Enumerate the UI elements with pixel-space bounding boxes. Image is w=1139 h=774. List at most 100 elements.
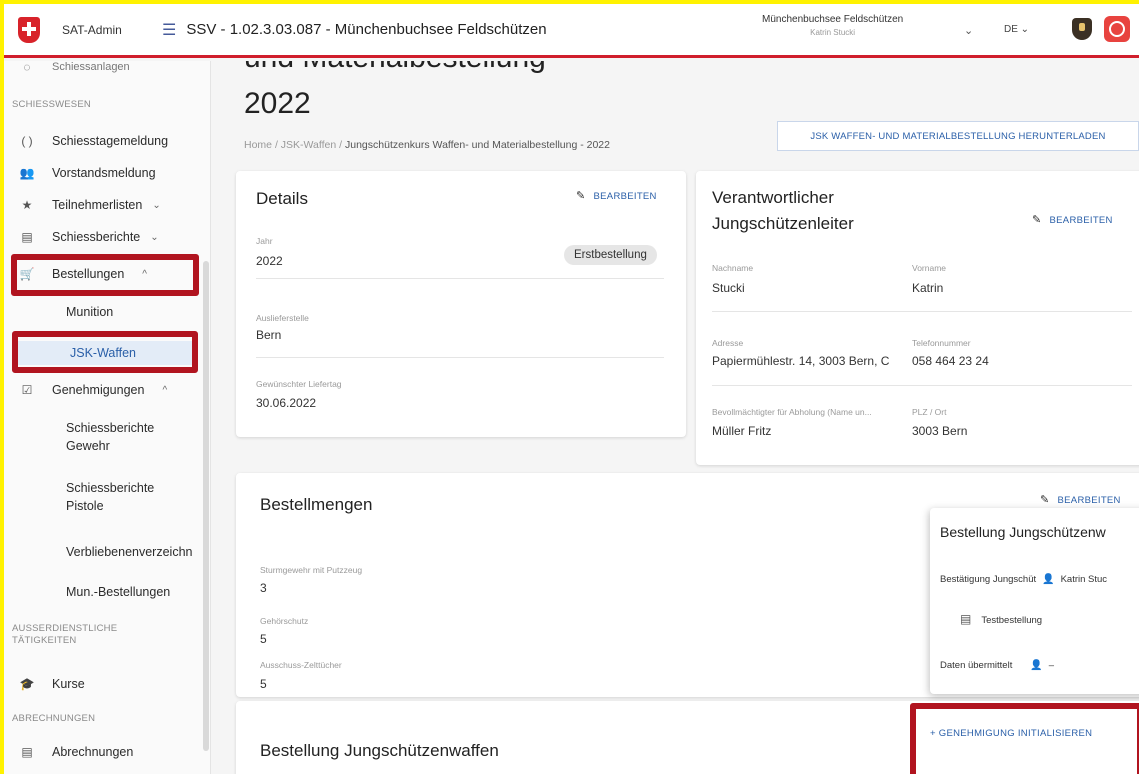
page-title: 2022 <box>244 87 311 120</box>
plz-label: PLZ / Ort <box>912 407 947 417</box>
jahr-label: Jahr <box>256 236 273 246</box>
sidebar-item-munition[interactable]: Munition <box>66 303 113 321</box>
status-badge: Erstbestellung <box>564 245 657 265</box>
sidebar-item-abrechnungen[interactable]: ▤ Abrechnungen <box>4 742 202 762</box>
leiter-card: Verantwortlicher Jungschützenleiter ✎ BEAR… <box>696 171 1139 465</box>
telefon-label: Telefonnummer <box>912 338 971 348</box>
list-icon: ▤ <box>21 745 33 759</box>
sidebar-item-kurse[interactable]: 🎓 Kurse <box>4 674 202 694</box>
sidebar: ◌ Schiessanlagen SCHIESSWESEN ( ) Schiesst… <box>4 61 211 774</box>
comment-icon: ▤ <box>960 612 972 626</box>
highlight-jsk-waffen <box>12 331 198 373</box>
details-card: Details ✎ BEARBEITEN Jahr 2022 Erstbestel… <box>236 171 686 437</box>
sidebar-scrollbar[interactable] <box>203 261 209 751</box>
adresse-label: Adresse <box>712 338 744 348</box>
person-icon: 👤 <box>1042 574 1055 585</box>
divider <box>712 311 1132 312</box>
section-ausserdienstliche: AUSSERDIENSTLICHE TÄTIGKEITEN <box>12 623 118 646</box>
language-label: DE <box>1004 24 1018 35</box>
popup-sent-row: Daten übermittelt 👤 – <box>940 660 1055 671</box>
chevron-down-icon: ⌄ <box>152 199 161 211</box>
sturmgewehr-value: 3 <box>260 581 267 595</box>
divider <box>256 357 664 358</box>
vorname-label: Vorname <box>912 263 947 273</box>
waffen-title: Bestellung Jungschützenwaffen <box>260 741 499 760</box>
genehmigung-initialisieren-button[interactable]: + GENEHMIGUNG INITIALISIEREN <box>910 703 1139 774</box>
app-window: SAT-Admin ☰ SSV - 1.02.3.03.087 - Münche… <box>4 4 1139 774</box>
jahr-value: 2022 <box>256 254 283 268</box>
leiter-edit-button[interactable]: ✎ BEARBEITEN <box>1032 213 1113 226</box>
pencil-icon: ✎ <box>576 190 586 202</box>
telefon-value: 058 464 23 24 <box>912 354 989 368</box>
breadcrumb-jsk-waffen[interactable]: JSK-Waffen <box>281 139 336 151</box>
liefertag-value: 30.06.2022 <box>256 396 317 410</box>
popup-note-row: ▤ Testbestellung <box>960 612 1043 626</box>
brand-name: SAT-Admin <box>62 22 122 37</box>
popup-title: Bestellung Jungschützenw <box>940 524 1106 540</box>
sidebar-item-schiesstagemeldung[interactable]: ( ) Schiesstagemeldung <box>4 131 202 151</box>
chevron-up-icon: ^ <box>162 384 168 396</box>
popup-confirm-row: Bestätigung Jungschüt 👤 Katrin Stuc <box>940 574 1108 585</box>
sidebar-item-schiessberichte[interactable]: ▤ Schiessberichte ⌄ <box>4 227 202 247</box>
user-name: Katrin Stucki <box>810 28 856 37</box>
menu-icon[interactable]: ☰ <box>162 20 176 40</box>
app-title: SSV - 1.02.3.03.087 - Münchenbuchsee Fel… <box>186 21 547 38</box>
crest-icon <box>1072 18 1092 40</box>
bevollmaechtigter-label: Bevollmächtigter für Abholung (Name un..… <box>712 407 872 417</box>
sidebar-item-verbliebenenverzeichnis[interactable]: Verbliebenenverzeichn <box>66 543 192 561</box>
auslieferstelle-value: Bern <box>256 328 282 342</box>
section-schiesswesen: SCHIESSWESEN <box>12 99 91 110</box>
breadcrumb-current: Jungschützenkurs Waffen- und Materialbes… <box>345 139 610 151</box>
sidebar-item-teilnehmerlisten[interactable]: ★ Teilnehmerlisten ⌄ <box>4 195 202 215</box>
section-abrechnungen: ABRECHNUNGEN <box>12 713 96 724</box>
sidebar-item-schiessberichte-gewehr[interactable]: Schiessberichte Gewehr <box>66 419 154 455</box>
details-title: Details <box>256 189 308 208</box>
plz-value: 3003 Bern <box>912 424 968 438</box>
document-icon: ▤ <box>21 230 33 244</box>
sidebar-item-schiessberichte-pistole[interactable]: Schiessberichte Pistole <box>66 479 154 515</box>
page-title-cut: und Materialbestellung <box>244 61 546 75</box>
target-icon: ◌ <box>23 61 31 74</box>
bestellmengen-title: Bestellmengen <box>260 495 373 514</box>
highlight-bestellungen <box>11 254 199 296</box>
bevollmaechtigter-value: Müller Fritz <box>712 424 772 438</box>
nachname-label: Nachname <box>712 263 754 273</box>
vorname-value: Katrin <box>912 281 944 295</box>
adresse-value: Papiermühlestr. 14, 3003 Bern, C <box>712 354 890 368</box>
user-organisation: Münchenbuchsee Feldschützen <box>762 14 904 25</box>
liefertag-label: Gewünschter Liefertag <box>256 379 342 389</box>
breadcrumb: Home / JSK-Waffen / Jungschützenkurs Waf… <box>244 139 610 151</box>
pencil-icon: ✎ <box>1032 214 1042 226</box>
sidebar-item-schiessanlagen[interactable]: ◌ Schiessanlagen <box>4 61 202 75</box>
user-menu[interactable]: Münchenbuchsee Feldschützen Katrin Stuck… <box>762 14 903 37</box>
gehoerschutz-value: 5 <box>260 632 267 646</box>
swiss-cross-logo-icon[interactable] <box>18 16 40 43</box>
bestellmengen-edit-button[interactable]: ✎ BEARBEITEN <box>1040 493 1121 506</box>
divider <box>256 278 664 279</box>
bestellung-status-popup: Bestellung Jungschützenw Bestätigung Jun… <box>930 508 1139 694</box>
chevron-down-icon: ⌄ <box>150 231 159 243</box>
sturmgewehr-label: Sturmgewehr mit Putzzeug <box>260 565 363 575</box>
auslieferstelle-label: Auslieferstelle <box>256 313 309 323</box>
leiter-title: Verantwortlicher Jungschützenleiter <box>712 188 854 233</box>
graduation-cap-icon: 🎓 <box>19 677 35 691</box>
divider <box>712 385 1132 386</box>
person-icon: 👤 <box>1030 660 1043 671</box>
circle-arrows-icon: ( ) <box>21 134 33 148</box>
sidebar-item-genehmigungen[interactable]: ☑ Genehmigungen ^ <box>4 380 202 400</box>
star-icon: ★ <box>21 198 33 212</box>
language-select[interactable]: DE ⌄ <box>1004 24 1029 35</box>
zelttuecher-label: Ausschuss-Zelttücher <box>260 660 342 670</box>
people-icon: 👥 <box>19 166 35 180</box>
top-header: SAT-Admin ☰ SSV - 1.02.3.03.087 - Münche… <box>4 4 1139 58</box>
details-edit-button[interactable]: ✎ BEARBEITEN <box>576 189 657 202</box>
main-content: und Materialbestellung 2022 Home / JSK-W… <box>212 61 1139 774</box>
download-button[interactable]: JSK WAFFEN- UND MATERIALBESTELLUNG HERUN… <box>777 121 1139 151</box>
breadcrumb-home[interactable]: Home <box>244 139 272 151</box>
sidebar-item-vorstandsmeldung[interactable]: 👥 Vorstandsmeldung <box>4 163 202 183</box>
chevron-down-icon[interactable]: ⌄ <box>964 24 973 37</box>
pencil-icon: ✎ <box>1040 494 1050 506</box>
sidebar-item-mun-bestellungen[interactable]: Mun.-Bestellungen <box>66 583 170 601</box>
gehoerschutz-label: Gehörschutz <box>260 616 309 626</box>
nachname-value: Stucki <box>712 281 745 295</box>
